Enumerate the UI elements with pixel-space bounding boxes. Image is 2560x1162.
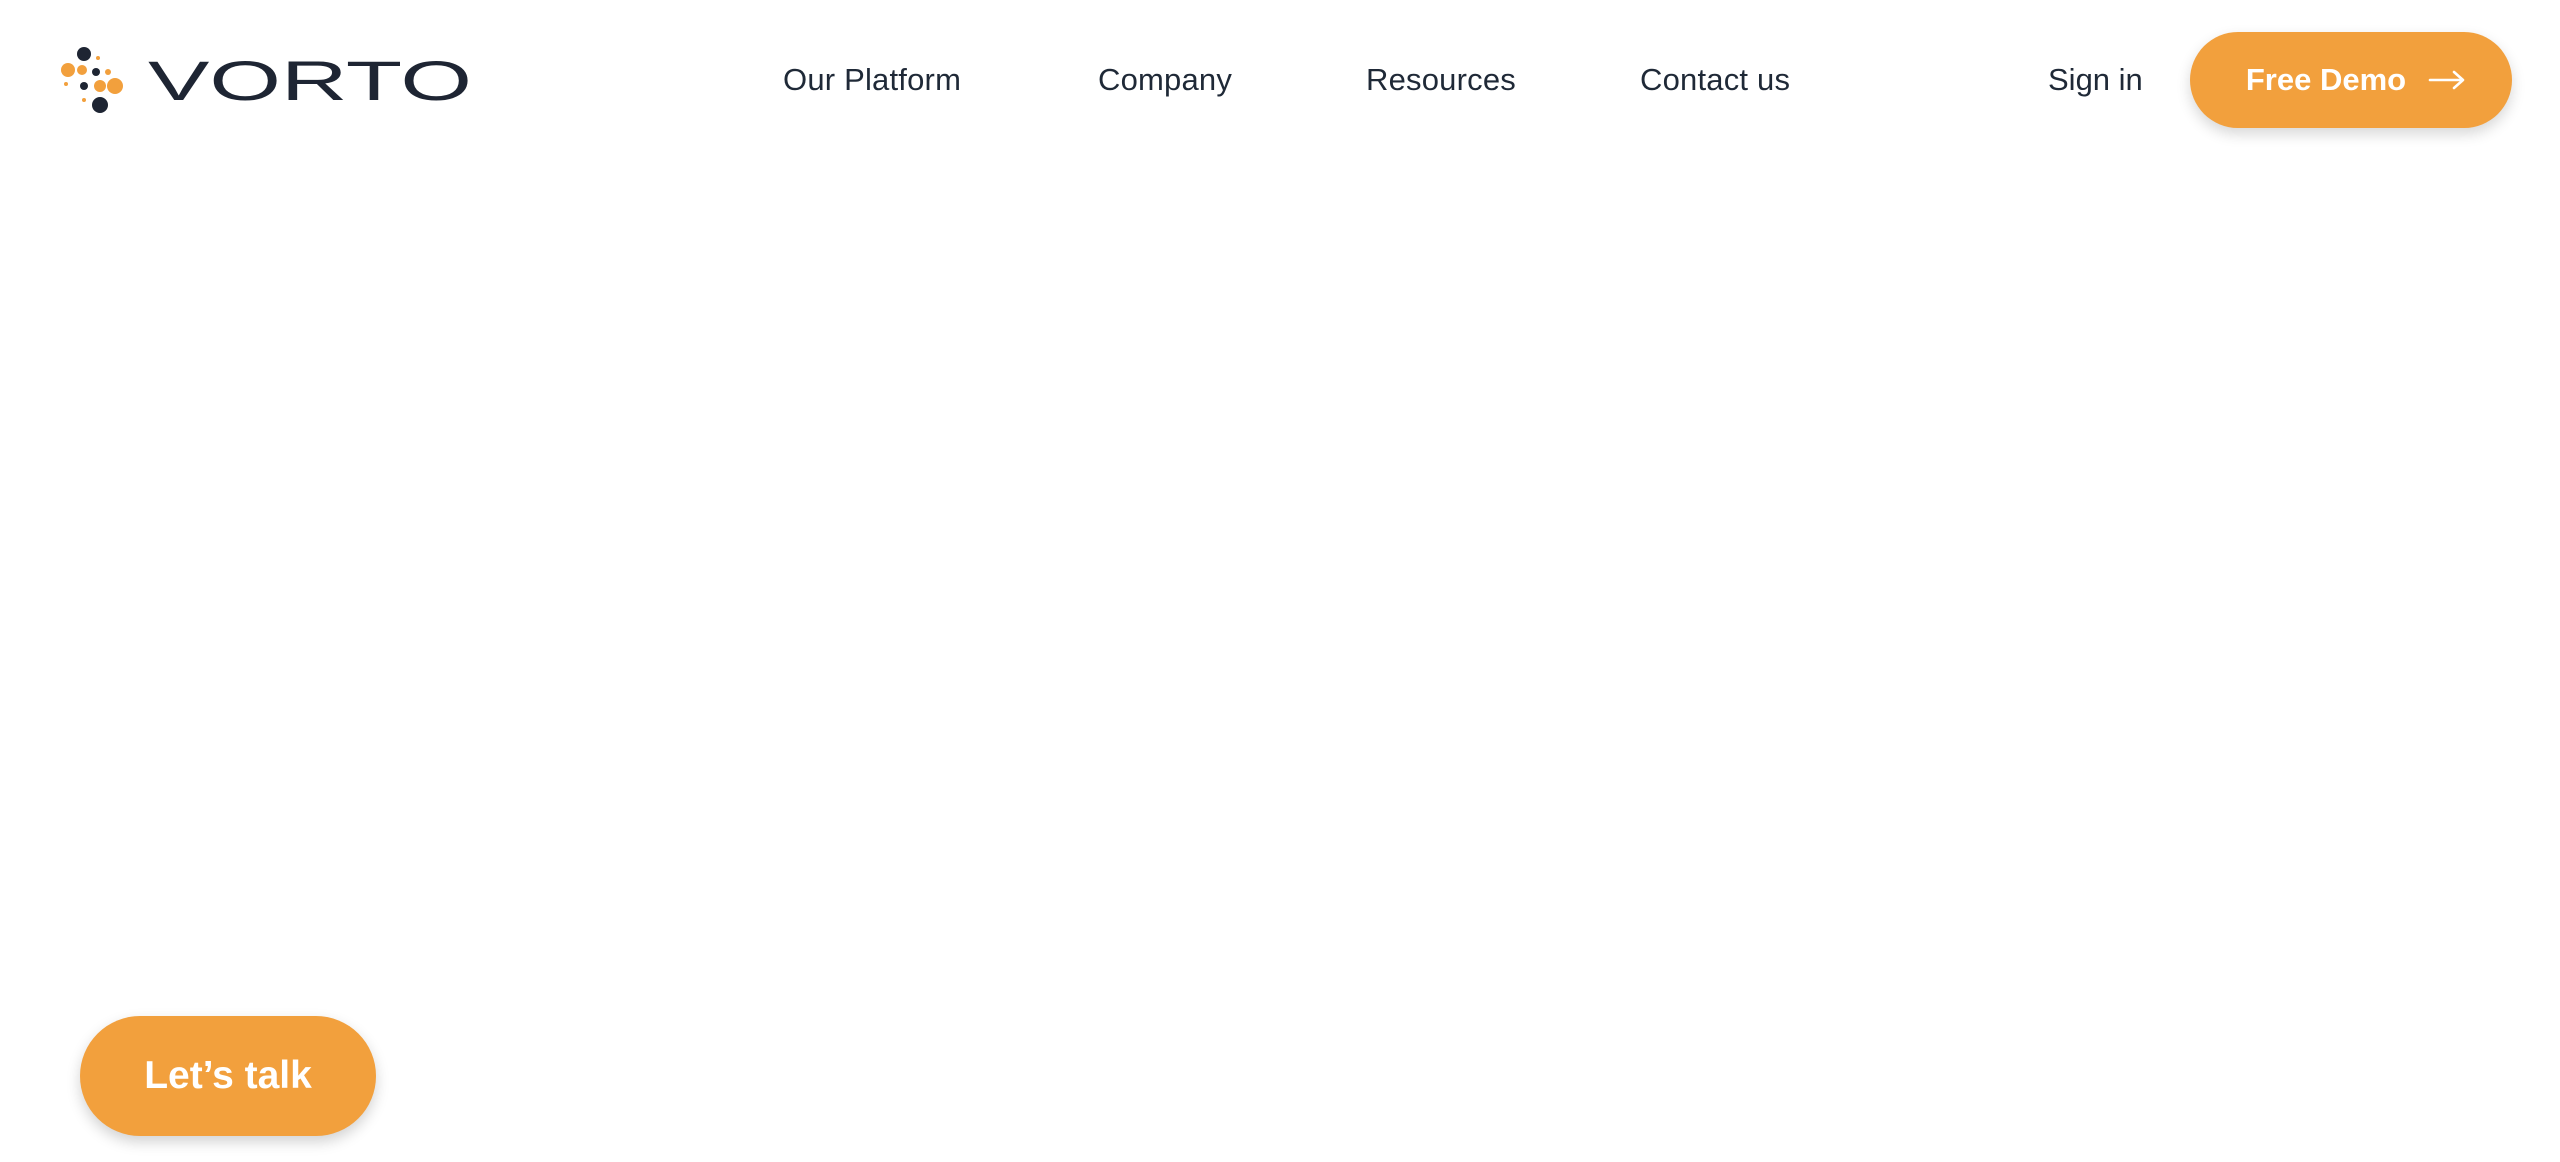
free-demo-label: Free Demo — [2245, 62, 2407, 97]
nav-our-platform[interactable]: Our Platform — [783, 56, 961, 104]
sign-in-link[interactable]: Sign in — [2048, 56, 2143, 104]
lets-talk-chat-button[interactable]: Let’s talk — [80, 1016, 376, 1136]
nav-resources[interactable]: Resources — [1366, 56, 1516, 104]
vorto-logo[interactable]: VORTO — [56, 44, 476, 116]
logo-wordmark: VORTO — [148, 49, 472, 112]
nav-contact-us[interactable]: Contact us — [1640, 56, 1790, 104]
nav-company[interactable]: Company — [1098, 56, 1232, 104]
site-header: VORTO Our Platform Company Resources Con… — [0, 0, 2560, 160]
arrow-right-icon — [2428, 70, 2465, 90]
vorto-logo-mark: VORTO — [61, 47, 472, 113]
free-demo-button[interactable]: Free Demo — [2190, 32, 2512, 128]
